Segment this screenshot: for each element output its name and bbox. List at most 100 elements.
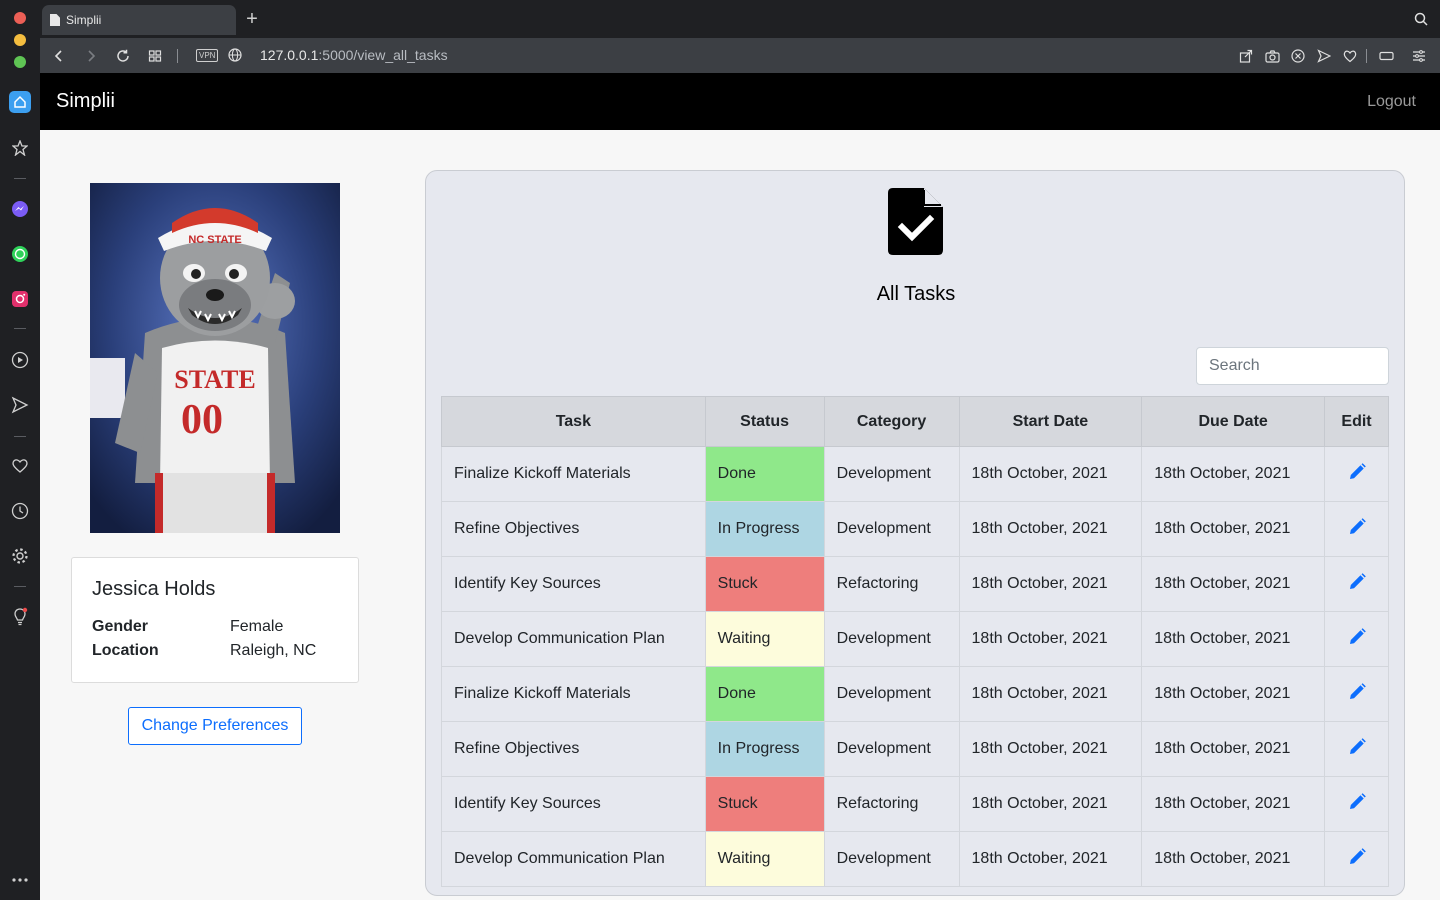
- pencil-edit-icon[interactable]: [1348, 517, 1366, 540]
- address-bar: VPN 127.0.0.1:5000/view_all_tasks: [40, 38, 1440, 73]
- brand-logo[interactable]: Simplii: [56, 90, 115, 113]
- url-host: 127.0.0.1: [260, 47, 319, 63]
- table-header-row: Task Status Category Start Date Due Date…: [441, 396, 1389, 447]
- column-header-category[interactable]: Category: [823, 396, 960, 447]
- reload-icon[interactable]: [113, 46, 133, 66]
- due-date-cell: 18th October, 2021: [1141, 556, 1325, 612]
- status-cell: Stuck: [704, 556, 825, 612]
- category-cell: Development: [823, 611, 960, 667]
- table-row: Finalize Kickoff Materials Done Developm…: [441, 666, 1389, 722]
- tab-title: Simplii: [66, 13, 102, 27]
- task-name: Develop Communication Plan: [441, 611, 706, 667]
- history-icon[interactable]: [9, 500, 31, 522]
- globe-icon[interactable]: [228, 48, 242, 67]
- category-cell: Development: [823, 666, 960, 722]
- forward-arrow-icon[interactable]: [81, 46, 101, 66]
- due-date-cell: 18th October, 2021: [1141, 611, 1325, 667]
- category-cell: Development: [823, 721, 960, 777]
- table-row: Develop Communication Plan Waiting Devel…: [441, 831, 1389, 887]
- profile-row-gender: Gender Female: [92, 615, 338, 639]
- change-preferences-button[interactable]: Change Preferences: [128, 707, 302, 745]
- player-icon[interactable]: [9, 349, 31, 371]
- toolbar-divider: [177, 49, 178, 63]
- sidebar-divider: [14, 328, 26, 329]
- more-options-icon[interactable]: [9, 869, 31, 891]
- back-arrow-icon[interactable]: [49, 46, 69, 66]
- menu-icon[interactable]: [1410, 47, 1428, 65]
- settings-gear-icon[interactable]: [9, 545, 31, 567]
- minimize-window-button[interactable]: [14, 34, 26, 46]
- pencil-edit-icon[interactable]: [1348, 682, 1366, 705]
- vpn-badge[interactable]: VPN: [196, 49, 219, 62]
- battery-icon[interactable]: [1378, 47, 1396, 65]
- due-date-cell: 18th October, 2021: [1141, 776, 1325, 832]
- table-row: Finalize Kickoff Materials Done Developm…: [441, 446, 1389, 502]
- due-date-cell: 18th October, 2021: [1141, 446, 1325, 502]
- task-name: Identify Key Sources: [441, 556, 706, 612]
- pencil-edit-icon[interactable]: [1348, 737, 1366, 760]
- messenger-icon[interactable]: [9, 198, 31, 220]
- home-icon[interactable]: [9, 91, 31, 113]
- new-tab-plus-icon[interactable]: +: [242, 9, 262, 29]
- status-cell: Stuck: [704, 776, 825, 832]
- column-header-due-date[interactable]: Due Date: [1141, 396, 1325, 447]
- send-icon[interactable]: [9, 394, 31, 416]
- profile-row-location: Location Raleigh, NC: [92, 639, 338, 663]
- column-header-edit: Edit: [1324, 396, 1389, 447]
- browser-sidebar: [0, 0, 40, 900]
- profile-value: Female: [230, 618, 284, 635]
- task-name: Identify Key Sources: [441, 776, 706, 832]
- sidebar-divider: [14, 436, 26, 437]
- pencil-edit-icon[interactable]: [1348, 627, 1366, 650]
- adblock-icon[interactable]: [1289, 47, 1307, 65]
- task-name: Refine Objectives: [441, 721, 706, 777]
- send-icon[interactable]: [1315, 47, 1333, 65]
- tab-bar: Simplii +: [40, 0, 1440, 38]
- column-header-start-date[interactable]: Start Date: [958, 396, 1143, 447]
- share-icon[interactable]: [1237, 47, 1255, 65]
- file-check-icon: [888, 188, 943, 260]
- search-input[interactable]: [1196, 347, 1389, 385]
- column-header-status[interactable]: Status: [704, 396, 825, 447]
- heart-icon[interactable]: [1341, 47, 1359, 65]
- bookmarks-icon[interactable]: [9, 137, 31, 159]
- start-date-cell: 18th October, 2021: [958, 446, 1143, 502]
- pencil-edit-icon[interactable]: [1348, 572, 1366, 595]
- url-field[interactable]: 127.0.0.1:5000/view_all_tasks: [260, 47, 448, 63]
- close-window-button[interactable]: [14, 12, 26, 24]
- edit-cell: [1324, 831, 1389, 887]
- logout-link[interactable]: Logout: [1367, 93, 1416, 111]
- camera-icon[interactable]: [1263, 47, 1281, 65]
- toolbar-divider: [1366, 49, 1367, 63]
- svg-text:00: 00: [181, 397, 223, 443]
- tiles-icon[interactable]: [145, 46, 165, 66]
- pencil-edit-icon[interactable]: [1348, 462, 1366, 485]
- pencil-edit-icon[interactable]: [1348, 792, 1366, 815]
- due-date-cell: 18th October, 2021: [1141, 501, 1325, 557]
- lightbulb-icon[interactable]: [9, 606, 31, 628]
- edit-cell: [1324, 556, 1389, 612]
- maximize-window-button[interactable]: [14, 56, 26, 68]
- tab-search-icon[interactable]: [1414, 12, 1428, 31]
- profile-key: Location: [92, 642, 159, 659]
- document-icon: [50, 14, 60, 26]
- sidebar-divider: [14, 586, 26, 587]
- category-cell: Refactoring: [823, 556, 960, 612]
- whatsapp-icon[interactable]: [9, 243, 31, 265]
- sidebar-divider: [14, 178, 26, 179]
- browser-tab[interactable]: Simplii: [42, 5, 236, 35]
- status-cell: Waiting: [704, 611, 825, 667]
- edit-cell: [1324, 446, 1389, 502]
- edit-cell: [1324, 501, 1389, 557]
- column-header-task[interactable]: Task: [441, 396, 706, 447]
- heart-icon[interactable]: [9, 455, 31, 477]
- profile-value: Raleigh, NC: [230, 642, 317, 659]
- profile-card: Jessica Holds Gender Female Location Ral…: [71, 557, 359, 683]
- profile-avatar: STATE 00 NC STATE: [90, 183, 340, 533]
- status-cell: In Progress: [704, 501, 825, 557]
- pencil-edit-icon[interactable]: [1348, 847, 1366, 870]
- edit-cell: [1324, 666, 1389, 722]
- edit-cell: [1324, 776, 1389, 832]
- edit-cell: [1324, 721, 1389, 777]
- instagram-icon[interactable]: [9, 288, 31, 310]
